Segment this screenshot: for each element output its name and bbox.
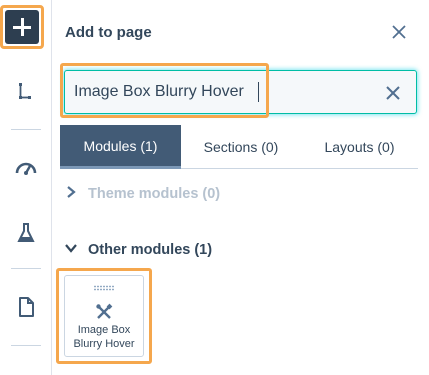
- flask-icon[interactable]: [14, 221, 38, 245]
- rail-divider: [11, 129, 41, 130]
- add-highlight: [0, 5, 44, 49]
- panel-title: Add to page: [65, 24, 152, 41]
- chevron-right-icon: [67, 186, 76, 198]
- tab-bar: Modules (1) Sections (0) Layouts (0): [60, 125, 418, 169]
- chevron-down-icon: [65, 244, 77, 253]
- rail-divider: [11, 345, 41, 346]
- tab-sections[interactable]: Sections (0): [181, 125, 301, 169]
- other-modules-toggle[interactable]: Other modules (1): [64, 241, 212, 258]
- close-icon[interactable]: [390, 23, 408, 41]
- tab-modules[interactable]: Modules (1): [60, 125, 181, 169]
- tab-layouts[interactable]: Layouts (0): [301, 125, 418, 169]
- speedometer-icon[interactable]: [14, 156, 38, 180]
- module-card-highlight: [56, 268, 152, 364]
- document-icon[interactable]: [14, 295, 38, 319]
- tree-structure-icon[interactable]: [14, 80, 38, 104]
- search-highlight: [60, 63, 269, 118]
- theme-modules-toggle[interactable]: Theme modules (0): [64, 185, 220, 202]
- add-icon[interactable]: [5, 10, 39, 44]
- left-rail: [0, 0, 52, 375]
- theme-modules-label: Theme modules (0): [88, 186, 221, 202]
- clear-search-icon[interactable]: [385, 85, 401, 101]
- rail-divider: [11, 268, 41, 269]
- other-modules-label: Other modules (1): [88, 242, 213, 258]
